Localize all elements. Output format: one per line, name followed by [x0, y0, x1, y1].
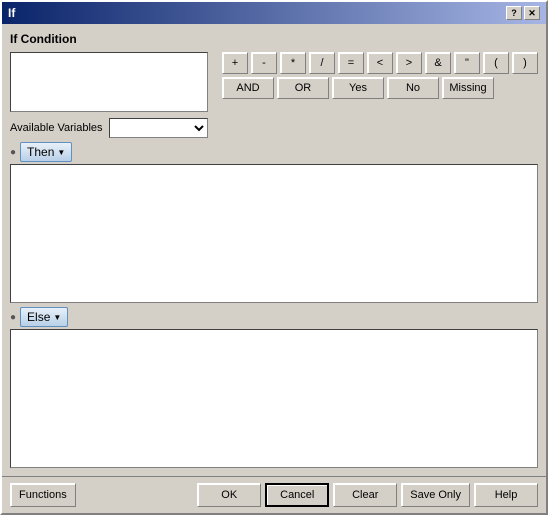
- operators-panel: + - * / = < > & " ( ) AND OR Yes No: [222, 52, 538, 138]
- op-missing[interactable]: Missing: [442, 77, 494, 99]
- bottom-left-buttons: Functions: [10, 483, 76, 507]
- bottom-right-buttons: OK Cancel Clear Save Only Help: [197, 483, 538, 507]
- op-ampersand[interactable]: &: [425, 52, 451, 74]
- title-bar: If ? ✕: [2, 2, 546, 24]
- cancel-button[interactable]: Cancel: [265, 483, 329, 507]
- left-panel: Available Variables: [10, 52, 208, 138]
- variables-select[interactable]: [109, 118, 208, 138]
- ok-button[interactable]: OK: [197, 483, 261, 507]
- variables-label: Available Variables: [10, 122, 103, 134]
- help-button[interactable]: Help: [474, 483, 538, 507]
- else-dropdown-button[interactable]: Else ▼: [20, 307, 68, 327]
- content-area: If Condition Available Variables + - * /…: [2, 24, 546, 476]
- if-condition-input[interactable]: [10, 52, 208, 112]
- help-title-button[interactable]: ?: [506, 6, 522, 20]
- op-and[interactable]: AND: [222, 77, 274, 99]
- main-window: If ? ✕ If Condition Available Variables …: [0, 0, 548, 515]
- op-no[interactable]: No: [387, 77, 439, 99]
- else-label: Else: [27, 310, 50, 324]
- op-row-1: + - * / = < > & " ( ): [222, 52, 538, 74]
- op-divide[interactable]: /: [309, 52, 335, 74]
- else-arrow: ▼: [53, 313, 61, 322]
- op-quote[interactable]: ": [454, 52, 480, 74]
- op-or[interactable]: OR: [277, 77, 329, 99]
- op-minus[interactable]: -: [251, 52, 277, 74]
- else-header: ● Else ▼: [10, 307, 538, 327]
- if-condition-label: If Condition: [10, 32, 538, 46]
- op-less[interactable]: <: [367, 52, 393, 74]
- then-section: ● Then ▼: [10, 142, 538, 303]
- op-yes[interactable]: Yes: [332, 77, 384, 99]
- op-plus[interactable]: +: [222, 52, 248, 74]
- then-arrow: ▼: [57, 148, 65, 157]
- then-label: Then: [27, 145, 54, 159]
- op-rparen[interactable]: ): [512, 52, 538, 74]
- title-bar-buttons: ? ✕: [506, 6, 540, 20]
- functions-button[interactable]: Functions: [10, 483, 76, 507]
- variables-row: Available Variables: [10, 118, 208, 138]
- window-title: If: [8, 6, 15, 20]
- else-section: ● Else ▼: [10, 307, 538, 468]
- else-icon: ●: [10, 312, 16, 323]
- op-row-2: AND OR Yes No Missing: [222, 77, 538, 99]
- clear-button[interactable]: Clear: [333, 483, 397, 507]
- close-title-button[interactable]: ✕: [524, 6, 540, 20]
- then-dropdown-button[interactable]: Then ▼: [20, 142, 72, 162]
- op-greater[interactable]: >: [396, 52, 422, 74]
- else-text-area[interactable]: [10, 329, 538, 468]
- op-equals[interactable]: =: [338, 52, 364, 74]
- then-header: ● Then ▼: [10, 142, 538, 162]
- save-only-button[interactable]: Save Only: [401, 483, 470, 507]
- then-text-area[interactable]: [10, 164, 538, 303]
- op-multiply[interactable]: *: [280, 52, 306, 74]
- bottom-bar: Functions OK Cancel Clear Save Only Help: [2, 476, 546, 513]
- condition-and-ops: Available Variables + - * / = < > & " (: [10, 52, 538, 138]
- op-lparen[interactable]: (: [483, 52, 509, 74]
- then-icon: ●: [10, 147, 16, 158]
